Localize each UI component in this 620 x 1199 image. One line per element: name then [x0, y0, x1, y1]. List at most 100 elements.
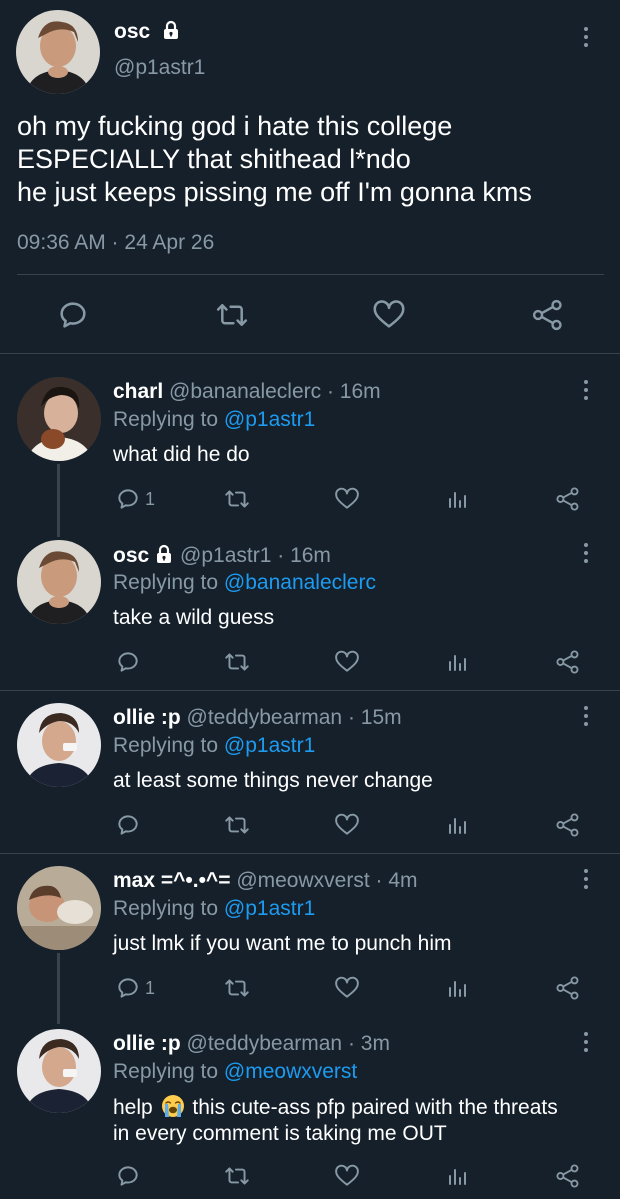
- retweet-icon: [216, 304, 248, 326]
- display-name[interactable]: max =^•.•^=: [113, 869, 230, 892]
- share-button[interactable]: [555, 486, 581, 512]
- like-button[interactable]: [372, 298, 406, 332]
- retweet-button[interactable]: [214, 298, 250, 332]
- replying-to-label: Replying to: [113, 1060, 219, 1083]
- tweet-text-line: oh my fucking god i hate this college: [17, 111, 453, 141]
- reply-icon: [118, 815, 138, 835]
- analytics-button[interactable]: [446, 812, 470, 838]
- analytics-icon: [449, 1169, 466, 1185]
- handle[interactable]: @teddybearman: [187, 1032, 343, 1055]
- like-icon: [373, 300, 405, 328]
- share-icon: [556, 650, 579, 674]
- display-name[interactable]: ollie :p: [113, 706, 181, 729]
- thread-line: [57, 464, 60, 537]
- replying-to-link[interactable]: @p1astr1: [224, 734, 315, 757]
- divider: [0, 690, 620, 691]
- avatar-osc[interactable]: [16, 10, 100, 94]
- replying-to-label: Replying to: [113, 571, 219, 594]
- analytics-button[interactable]: [446, 486, 470, 512]
- handle[interactable]: @p1astr1: [180, 544, 271, 567]
- retweet-button[interactable]: [223, 649, 251, 675]
- reply-button[interactable]: 1: [115, 975, 155, 1001]
- like-icon: [335, 976, 359, 998]
- reply-icon: [118, 1166, 138, 1186]
- reply-count: 1: [145, 488, 156, 509]
- replying-to-link[interactable]: @p1astr1: [224, 408, 315, 431]
- reply-text: take a wild guess: [113, 606, 275, 629]
- share-icon: [556, 976, 579, 1000]
- reply-button[interactable]: [115, 812, 141, 838]
- more-icon[interactable]: [576, 1027, 596, 1057]
- more-icon[interactable]: [576, 538, 596, 568]
- display-name[interactable]: ollie :p: [113, 1032, 181, 1055]
- handle[interactable]: @meowxverst: [236, 869, 369, 892]
- avatar-image: [17, 377, 101, 461]
- tweet-text-line: he just keeps pissing me off I'm gonna k…: [17, 177, 532, 207]
- retweet-button[interactable]: [223, 1163, 251, 1189]
- avatar-max[interactable]: [17, 866, 101, 950]
- analytics-button[interactable]: [446, 1163, 470, 1189]
- like-button[interactable]: [334, 1163, 360, 1189]
- reply-count: 1: [145, 977, 156, 998]
- reply-button[interactable]: [115, 649, 141, 675]
- handle[interactable]: @bananaleclerc: [169, 380, 321, 403]
- replying-to-link[interactable]: @p1astr1: [224, 897, 315, 920]
- reply-text: just lmk if you want me to punch him: [113, 932, 452, 955]
- share-icon: [556, 1164, 579, 1188]
- share-button[interactable]: [555, 649, 581, 675]
- display-name[interactable]: osc: [114, 20, 150, 43]
- reply-text-part: help: [113, 1096, 153, 1119]
- retweet-button[interactable]: [223, 812, 251, 838]
- handle[interactable]: @p1astr1: [114, 56, 205, 80]
- avatar-osc[interactable]: [17, 540, 101, 624]
- handle[interactable]: @teddybearman: [187, 706, 343, 729]
- analytics-icon: [449, 655, 466, 671]
- avatar-ollie[interactable]: [17, 703, 101, 787]
- replying-to-link[interactable]: @bananaleclerc: [224, 571, 376, 594]
- like-button[interactable]: [334, 975, 360, 1001]
- reply-text: help this cute-ass pfp paired with the t…: [113, 1094, 598, 1147]
- thread-line: [57, 953, 60, 1024]
- like-button[interactable]: [334, 812, 360, 838]
- reply-text-part: this cute-ass pfp paired with the threat…: [192, 1096, 558, 1119]
- like-icon: [335, 650, 359, 672]
- tweet-text: oh my fucking god i hate this college ES…: [17, 110, 607, 209]
- analytics-button[interactable]: [446, 649, 470, 675]
- reply-button[interactable]: [56, 298, 90, 332]
- avatar-ollie[interactable]: [17, 1029, 101, 1113]
- like-button[interactable]: [334, 486, 360, 512]
- more-icon[interactable]: [576, 375, 596, 405]
- share-button[interactable]: [555, 812, 581, 838]
- reply-text-line: in every comment is taking me OUT: [113, 1122, 447, 1145]
- avatar-charl[interactable]: [17, 377, 101, 461]
- retweet-icon: [225, 979, 249, 997]
- share-button[interactable]: [555, 975, 581, 1001]
- more-icon[interactable]: [576, 864, 596, 894]
- reply-time: · 16m: [326, 380, 381, 403]
- avatar-image: [17, 866, 101, 950]
- retweet-button[interactable]: [223, 975, 251, 1001]
- analytics-button[interactable]: [446, 975, 470, 1001]
- like-icon: [335, 813, 359, 835]
- lock-icon: [157, 544, 172, 563]
- share-button[interactable]: [555, 1163, 581, 1189]
- avatar-image: [16, 10, 100, 94]
- share-button[interactable]: [531, 298, 565, 332]
- reply-button[interactable]: 1: [115, 486, 155, 512]
- like-button[interactable]: [334, 649, 360, 675]
- display-name[interactable]: charl: [113, 380, 163, 403]
- replying-to-link[interactable]: @meowxverst: [224, 1060, 357, 1083]
- reply-time: · 15m: [347, 706, 402, 729]
- share-icon: [556, 487, 579, 511]
- tweet-text-line: ESPECIALLY that shithead l*ndo: [17, 144, 411, 174]
- retweet-button[interactable]: [223, 486, 251, 512]
- reply-button[interactable]: [115, 1163, 141, 1189]
- analytics-icon: [449, 492, 466, 508]
- divider: [17, 274, 604, 275]
- more-icon[interactable]: [576, 701, 596, 731]
- retweet-icon: [225, 490, 249, 508]
- analytics-icon: [449, 818, 466, 834]
- retweet-icon: [225, 653, 249, 671]
- display-name[interactable]: osc: [113, 544, 149, 567]
- more-icon[interactable]: [576, 22, 596, 52]
